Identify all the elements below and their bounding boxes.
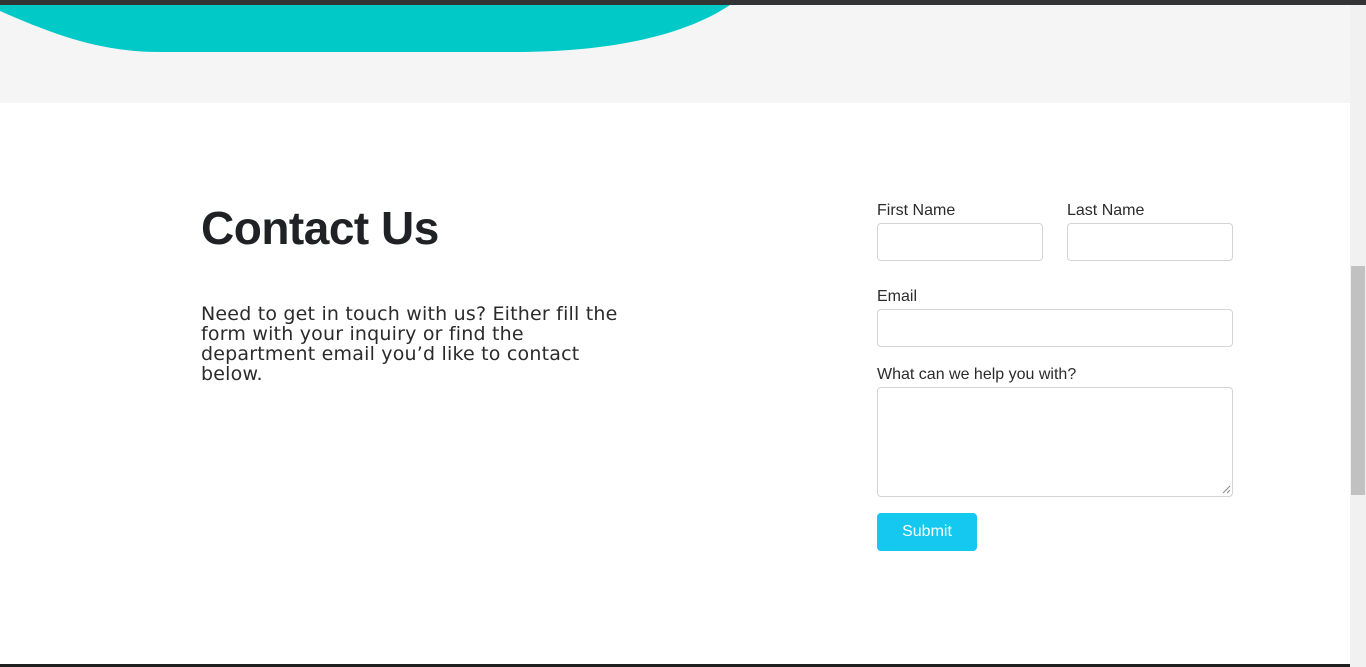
- first-name-label: First Name: [877, 202, 956, 219]
- first-name-input[interactable]: [877, 223, 1043, 261]
- hero-wave-shape: [0, 5, 730, 52]
- page-title: Contact Us: [201, 202, 439, 254]
- last-name-input[interactable]: [1067, 223, 1233, 261]
- message-textarea[interactable]: [877, 387, 1233, 497]
- last-name-label: Last Name: [1067, 202, 1145, 219]
- resize-handle-icon[interactable]: [1221, 484, 1231, 494]
- email-label: Email: [877, 288, 918, 305]
- message-label: What can we help you with?: [877, 366, 1077, 383]
- email-input[interactable]: [877, 309, 1233, 347]
- submit-button[interactable]: Submit: [877, 513, 977, 551]
- hero-section: [0, 5, 1350, 103]
- contact-description: Need to get in touch with us? Either fil…: [201, 303, 618, 385]
- scrollbar-thumb[interactable]: [1351, 266, 1365, 495]
